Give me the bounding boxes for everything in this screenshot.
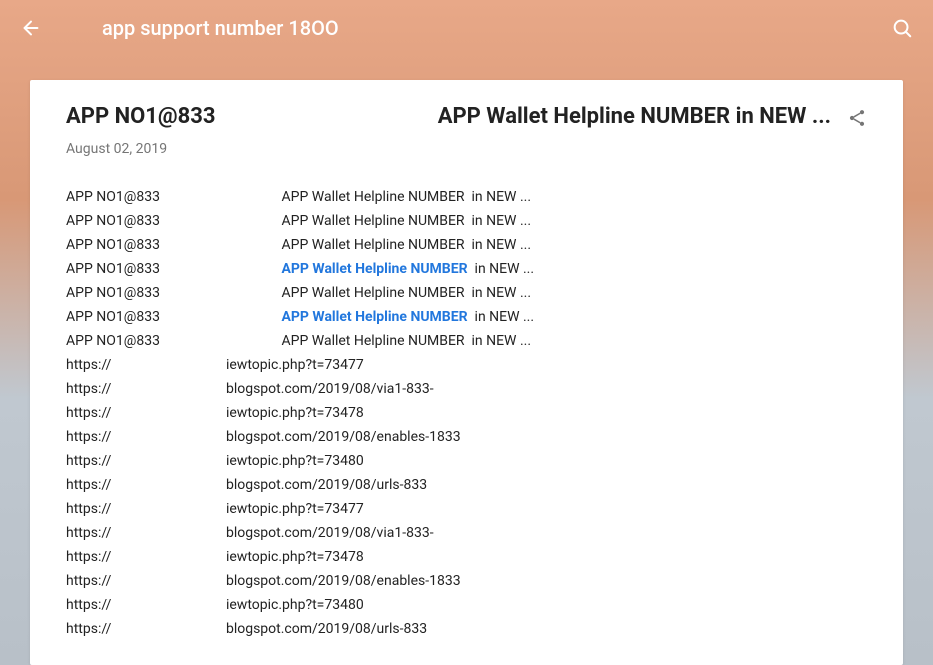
line-mid[interactable]: APP Wallet Helpline NUMBER — [281, 261, 467, 277]
header-bar: app support number 18OO — [0, 0, 933, 56]
content-line: https:// iewtopic.php?t=73477 — [66, 353, 867, 377]
line-mid: APP Wallet Helpline NUMBER — [281, 213, 464, 229]
url-left: https:// — [66, 525, 226, 541]
line-right: in NEW ... — [468, 261, 534, 277]
content-line: https:// iewtopic.php?t=73478 — [66, 401, 867, 425]
content-line: APP NO1@833 APP Wallet Helpline NUMBER i… — [66, 233, 867, 257]
url-left: https:// — [66, 381, 226, 397]
url-right: iewtopic.php?t=73478 — [226, 405, 364, 421]
line-mid: APP Wallet Helpline NUMBER — [281, 333, 464, 349]
content-line: APP NO1@833 APP Wallet Helpline NUMBER i… — [66, 329, 867, 353]
content-line: https:// blogspot.com/2019/08/enables-18… — [66, 425, 867, 449]
line-mid: APP Wallet Helpline NUMBER — [281, 189, 464, 205]
post-header: APP NO1@833 APP Wallet Helpline NUMBER i… — [66, 104, 867, 129]
url-right: iewtopic.php?t=73480 — [226, 597, 364, 613]
line-left: APP NO1@833 — [66, 237, 281, 253]
url-left: https:// — [66, 357, 226, 373]
post-body: APP NO1@833 APP Wallet Helpline NUMBER i… — [66, 185, 867, 641]
url-left: https:// — [66, 597, 226, 613]
url-left: https:// — [66, 405, 226, 421]
line-mid: APP Wallet Helpline NUMBER — [281, 285, 464, 301]
url-left: https:// — [66, 621, 226, 637]
url-right: blogspot.com/2019/08/enables-1833 — [226, 429, 461, 445]
url-right: blogspot.com/2019/08/enables-1833 — [226, 573, 461, 589]
content-line: https:// blogspot.com/2019/08/enables-18… — [66, 569, 867, 593]
url-left: https:// — [66, 453, 226, 469]
url-right: iewtopic.php?t=73480 — [226, 453, 364, 469]
line-mid: APP Wallet Helpline NUMBER — [281, 237, 464, 253]
back-arrow-icon[interactable] — [20, 17, 42, 39]
content-line: https:// blogspot.com/2019/08/urls-833 — [66, 617, 867, 641]
line-mid[interactable]: APP Wallet Helpline NUMBER — [281, 309, 467, 325]
line-right: in NEW ... — [465, 285, 531, 301]
post-title-right: APP Wallet Helpline NUMBER in NEW ... — [438, 104, 847, 129]
line-right: in NEW ... — [465, 333, 531, 349]
post-date: August 02, 2019 — [66, 141, 867, 157]
content-line: APP NO1@833 APP Wallet Helpline NUMBER i… — [66, 209, 867, 233]
url-left: https:// — [66, 429, 226, 445]
url-right: blogspot.com/2019/08/urls-833 — [226, 621, 427, 637]
content-line: APP NO1@833 APP Wallet Helpline NUMBER i… — [66, 257, 867, 281]
search-icon[interactable] — [891, 17, 913, 39]
content-line: APP NO1@833 APP Wallet Helpline NUMBER i… — [66, 305, 867, 329]
content-line: APP NO1@833 APP Wallet Helpline NUMBER i… — [66, 185, 867, 209]
page-title[interactable]: app support number 18OO — [102, 16, 891, 40]
line-right: in NEW ... — [465, 237, 531, 253]
url-right: iewtopic.php?t=73478 — [226, 549, 364, 565]
line-left: APP NO1@833 — [66, 333, 281, 349]
content-line: https:// blogspot.com/2019/08/urls-833 — [66, 473, 867, 497]
url-left: https:// — [66, 573, 226, 589]
url-left: https:// — [66, 501, 226, 517]
line-left: APP NO1@833 — [66, 261, 281, 277]
url-left: https:// — [66, 549, 226, 565]
url-right: blogspot.com/2019/08/via1-833- — [226, 381, 434, 397]
share-icon[interactable] — [847, 108, 867, 128]
content-line: https:// iewtopic.php?t=73478 — [66, 545, 867, 569]
line-left: APP NO1@833 — [66, 189, 281, 205]
url-right: iewtopic.php?t=73477 — [226, 357, 364, 373]
url-right: blogspot.com/2019/08/via1-833- — [226, 525, 434, 541]
post-title-left: APP NO1@833 — [66, 104, 216, 129]
post-card: APP NO1@833 APP Wallet Helpline NUMBER i… — [30, 80, 903, 665]
content-line: https:// iewtopic.php?t=73480 — [66, 449, 867, 473]
line-right: in NEW ... — [468, 309, 534, 325]
url-left: https:// — [66, 477, 226, 493]
url-right: iewtopic.php?t=73477 — [226, 501, 364, 517]
content-line: https:// iewtopic.php?t=73477 — [66, 497, 867, 521]
line-left: APP NO1@833 — [66, 309, 281, 325]
content-line: https:// iewtopic.php?t=73480 — [66, 593, 867, 617]
content-line: https:// blogspot.com/2019/08/via1-833- — [66, 521, 867, 545]
line-left: APP NO1@833 — [66, 213, 281, 229]
url-right: blogspot.com/2019/08/urls-833 — [226, 477, 427, 493]
content-line: https:// blogspot.com/2019/08/via1-833- — [66, 377, 867, 401]
line-right: in NEW ... — [465, 213, 531, 229]
line-left: APP NO1@833 — [66, 285, 281, 301]
content-line: APP NO1@833 APP Wallet Helpline NUMBER i… — [66, 281, 867, 305]
line-right: in NEW ... — [465, 189, 531, 205]
